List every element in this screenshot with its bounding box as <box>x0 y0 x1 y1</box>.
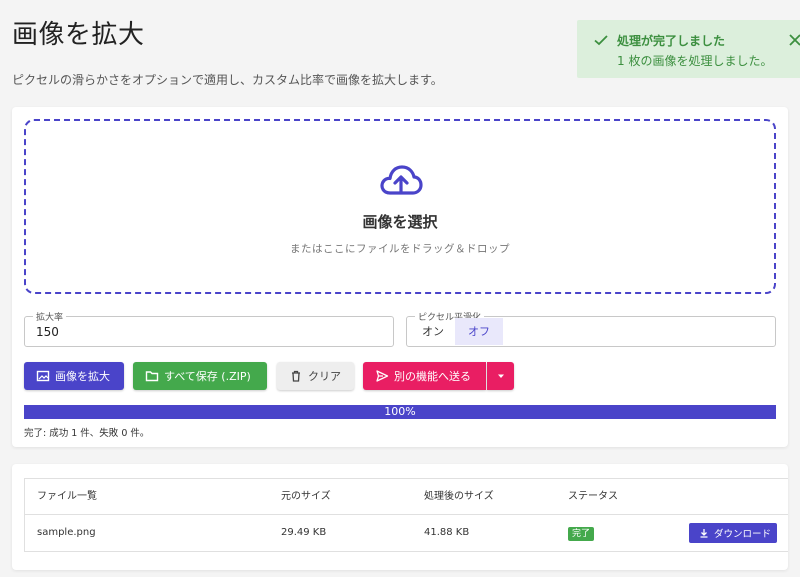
image-icon <box>36 370 50 382</box>
file-table-card: ファイル一覧 元のサイズ 処理後のサイズ ステータス sample.png 29… <box>12 464 788 570</box>
header-status: ステータス <box>568 491 618 502</box>
clear-button-label: クリア <box>308 370 341 383</box>
toast-title: 処理が完了しました <box>617 34 726 48</box>
header-file-list: ファイル一覧 <box>37 491 97 502</box>
download-icon <box>700 529 708 538</box>
page-title: 画像を拡大 <box>12 20 145 50</box>
send-button[interactable]: 別の機能へ送る <box>363 362 486 390</box>
progress-bar: 100% <box>24 405 776 419</box>
table-row: sample.png 29.49 KB 41.88 KB 完了 ダウンロード <box>25 515 788 551</box>
progress-status: 完了: 成功 1 件、失敗 0 件。 <box>24 428 150 439</box>
close-icon[interactable] <box>787 32 800 48</box>
table-header: ファイル一覧 元のサイズ 処理後のサイズ ステータス <box>25 479 788 515</box>
header-processed-size: 処理後のサイズ <box>424 491 494 502</box>
upload-card: 画像を選択 またはここにファイルをドラッグ＆ドロップ 拡大率 150 ピクセル平… <box>12 107 788 447</box>
toast-message: 1 枚の画像を処理しました。 <box>617 54 773 68</box>
save-all-button-label: すべて保存 (.ZIP) <box>164 370 251 383</box>
smoothing-off-toggle[interactable]: オフ <box>455 318 503 345</box>
send-dropdown-button[interactable] <box>487 362 514 390</box>
scale-label: 拡大率 <box>33 310 67 323</box>
cloud-upload-icon <box>380 165 423 195</box>
send-icon <box>376 370 389 382</box>
send-button-label: 別の機能へ送る <box>394 370 471 383</box>
enlarge-button-label: 画像を拡大 <box>55 370 110 383</box>
smoothing-on-toggle[interactable]: オン <box>409 318 457 345</box>
original-size: 29.49 KB <box>281 527 327 538</box>
progress-label: 100% <box>384 405 416 418</box>
file-table: ファイル一覧 元のサイズ 処理後のサイズ ステータス sample.png 29… <box>24 478 788 552</box>
file-dropzone[interactable]: 画像を選択 またはここにファイルをドラッグ＆ドロップ <box>24 119 776 294</box>
folder-icon <box>145 371 159 382</box>
status-badge: 完了 <box>568 527 595 541</box>
enlarge-button[interactable]: 画像を拡大 <box>24 362 124 390</box>
trash-icon <box>292 370 300 382</box>
caret-down-icon <box>497 374 504 378</box>
header-original-size: 元のサイズ <box>281 491 331 502</box>
dropzone-subtitle: またはここにファイルをドラッグ＆ドロップ <box>290 243 510 255</box>
scale-field[interactable]: 拡大率 150 <box>24 310 394 347</box>
clear-button[interactable]: クリア <box>277 362 354 390</box>
check-icon <box>594 35 608 46</box>
download-button[interactable]: ダウンロード <box>689 523 777 543</box>
success-toast: 処理が完了しました 1 枚の画像を処理しました。 <box>577 20 800 78</box>
processed-size: 41.88 KB <box>424 527 470 538</box>
dropzone-title: 画像を選択 <box>362 213 438 231</box>
download-button-label: ダウンロード <box>714 529 772 540</box>
scale-input[interactable]: 150 <box>36 325 59 339</box>
save-all-button[interactable]: すべて保存 (.ZIP) <box>133 362 267 390</box>
smoothing-field: ピクセル平滑化 オン オフ <box>406 310 776 347</box>
page-description: ピクセルの滑らかさをオプションで適用し、カスタム比率で画像を拡大します。 <box>12 73 443 87</box>
file-name: sample.png <box>37 527 96 538</box>
